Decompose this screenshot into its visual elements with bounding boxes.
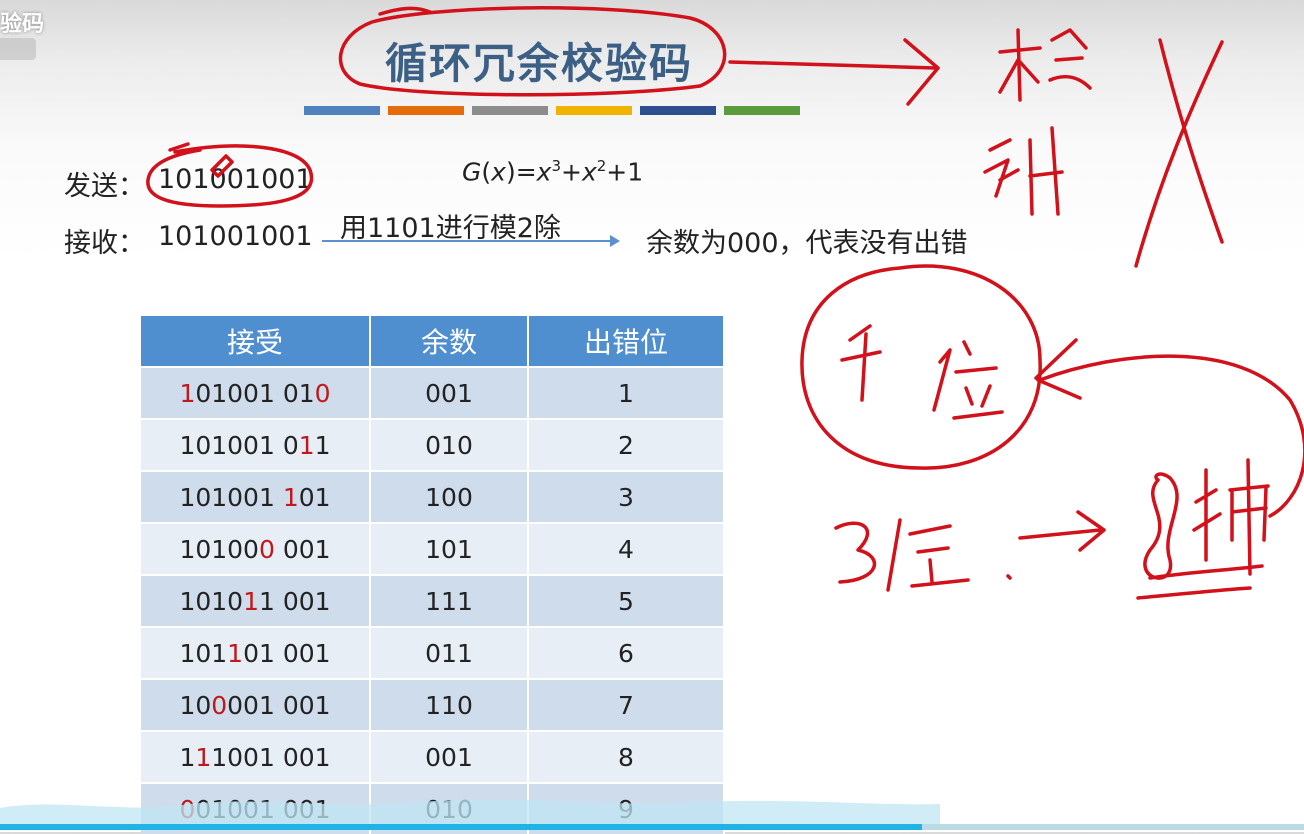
received-cell: 101000 001 (141, 522, 371, 574)
remainder-cell: 101 (371, 522, 529, 574)
color-bar (724, 106, 800, 115)
video-progress-bar[interactable] (0, 824, 922, 830)
received-bits: 101001 (179, 482, 283, 512)
hand-arrow-back (1034, 338, 1304, 518)
received-cell: 111001 001 (141, 730, 371, 782)
error-bit-cell: 2 (529, 418, 725, 470)
received-bits: 1 (179, 742, 196, 772)
result-text: 余数为000，代表没有出错 (646, 228, 968, 259)
error-bit-cell: 1 (529, 366, 725, 418)
hand-text-8zhong (1136, 458, 1270, 600)
color-bar (640, 106, 716, 115)
receive-label: 接收： (64, 228, 145, 259)
error-bit-highlight: 1 (298, 430, 315, 460)
error-bit-highlight: 1 (195, 742, 212, 772)
received-bits: 01 (298, 482, 331, 512)
table-row: 101001 010 001 1 (141, 366, 725, 418)
remainder-cell: 001 (371, 730, 529, 782)
table-row: 100001 001 110 7 (141, 678, 725, 730)
error-bit-highlight: 1 (227, 638, 244, 668)
error-bit-highlight: 1 (243, 586, 259, 616)
received-cell: 100001 001 (141, 678, 371, 730)
color-bar (556, 106, 632, 115)
hand-char-jiao (998, 28, 1092, 102)
received-cell: 101001 010 (141, 366, 371, 418)
received-bits: 001 001 (227, 690, 331, 720)
hand-arrow-right-icon (1018, 510, 1106, 552)
remainder-cell: 011 (371, 626, 529, 678)
arrow-right-icon (322, 235, 620, 247)
received-bits: 01 001 (243, 638, 331, 668)
table-row: 101000 001 101 4 (141, 522, 725, 574)
received-bits: 1010 (179, 586, 244, 616)
received-cell: 101001 101 (141, 470, 371, 522)
error-bit-cell: 4 (529, 522, 725, 574)
received-bits: 001 (274, 534, 331, 564)
remainder-cell: 001 (371, 366, 529, 418)
received-bits: 101001 0 (179, 430, 299, 460)
error-bit-cell: 7 (529, 678, 725, 730)
received-bits: 1 (314, 430, 331, 460)
header-remainder: 余数 (371, 316, 529, 366)
received-bits: 10 (179, 690, 212, 720)
error-bit-cell: 8 (529, 730, 725, 782)
color-bar (304, 106, 380, 115)
generator-polynomial: G(x)=x3+x2+1 (462, 157, 644, 187)
received-bits: 1001 001 (211, 742, 331, 772)
corner-title: 验码 (0, 12, 45, 37)
error-bit-highlight: 1 (179, 378, 196, 408)
hand-char-ge (840, 324, 882, 402)
hand-dot (1006, 574, 1012, 580)
error-table: 接受 余数 出错位 101001 010 001 1 101001 011 010 2 10… (141, 316, 725, 834)
send-value: 101001001 (158, 164, 313, 195)
received-cell: 101011 001 (141, 574, 371, 626)
send-label: 发送： (64, 171, 145, 202)
received-bits: 1 001 (258, 586, 331, 616)
error-bit-highlight: 1 (282, 482, 299, 512)
watermark-logo-icon (0, 38, 36, 60)
error-bit-highlight: 0 (314, 378, 331, 408)
video-progress-track[interactable] (921, 824, 1304, 830)
received-bits: 10100 (179, 534, 259, 564)
header-received: 接受 (141, 316, 371, 366)
title-color-bars (304, 106, 800, 115)
table-row: 101001 101 100 3 (141, 470, 725, 522)
received-cell: 101001 011 (141, 418, 371, 470)
color-bar (388, 106, 464, 115)
remainder-cell: 111 (371, 574, 529, 626)
hand-cross-icon (1134, 38, 1224, 268)
hand-char-wei (932, 340, 1004, 420)
error-bit-cell: 3 (529, 470, 725, 522)
decorative-wave (0, 799, 940, 824)
error-bit-highlight: 0 (211, 690, 228, 720)
table-row: 101001 011 010 2 (141, 418, 725, 470)
error-bit-cell: 5 (529, 574, 725, 626)
hand-text-3wei (834, 518, 970, 592)
table-row: 101011 001 111 5 (141, 574, 725, 626)
received-bits: 01001 01 (195, 378, 315, 408)
error-bit-highlight: 0 (258, 534, 275, 564)
received-cell: 101101 001 (141, 626, 371, 678)
receive-value: 101001001 (158, 221, 313, 252)
color-bar (472, 106, 548, 115)
remainder-cell: 010 (371, 418, 529, 470)
table-header-row: 接受 余数 出错位 (141, 316, 725, 366)
error-bit-cell: 6 (529, 626, 725, 678)
slide-title: 循环冗余校验码 (385, 39, 694, 88)
header-error-bit: 出错位 (529, 316, 725, 366)
remainder-cell: 110 (371, 678, 529, 730)
table-row: 101101 001 011 6 (141, 626, 725, 678)
remainder-cell: 100 (371, 470, 529, 522)
received-bits: 101 (179, 638, 228, 668)
table-row: 111001 001 001 8 (141, 730, 725, 782)
title-arrow (728, 38, 940, 106)
hand-circle (800, 264, 1042, 470)
hand-char-cuo (983, 126, 1064, 216)
